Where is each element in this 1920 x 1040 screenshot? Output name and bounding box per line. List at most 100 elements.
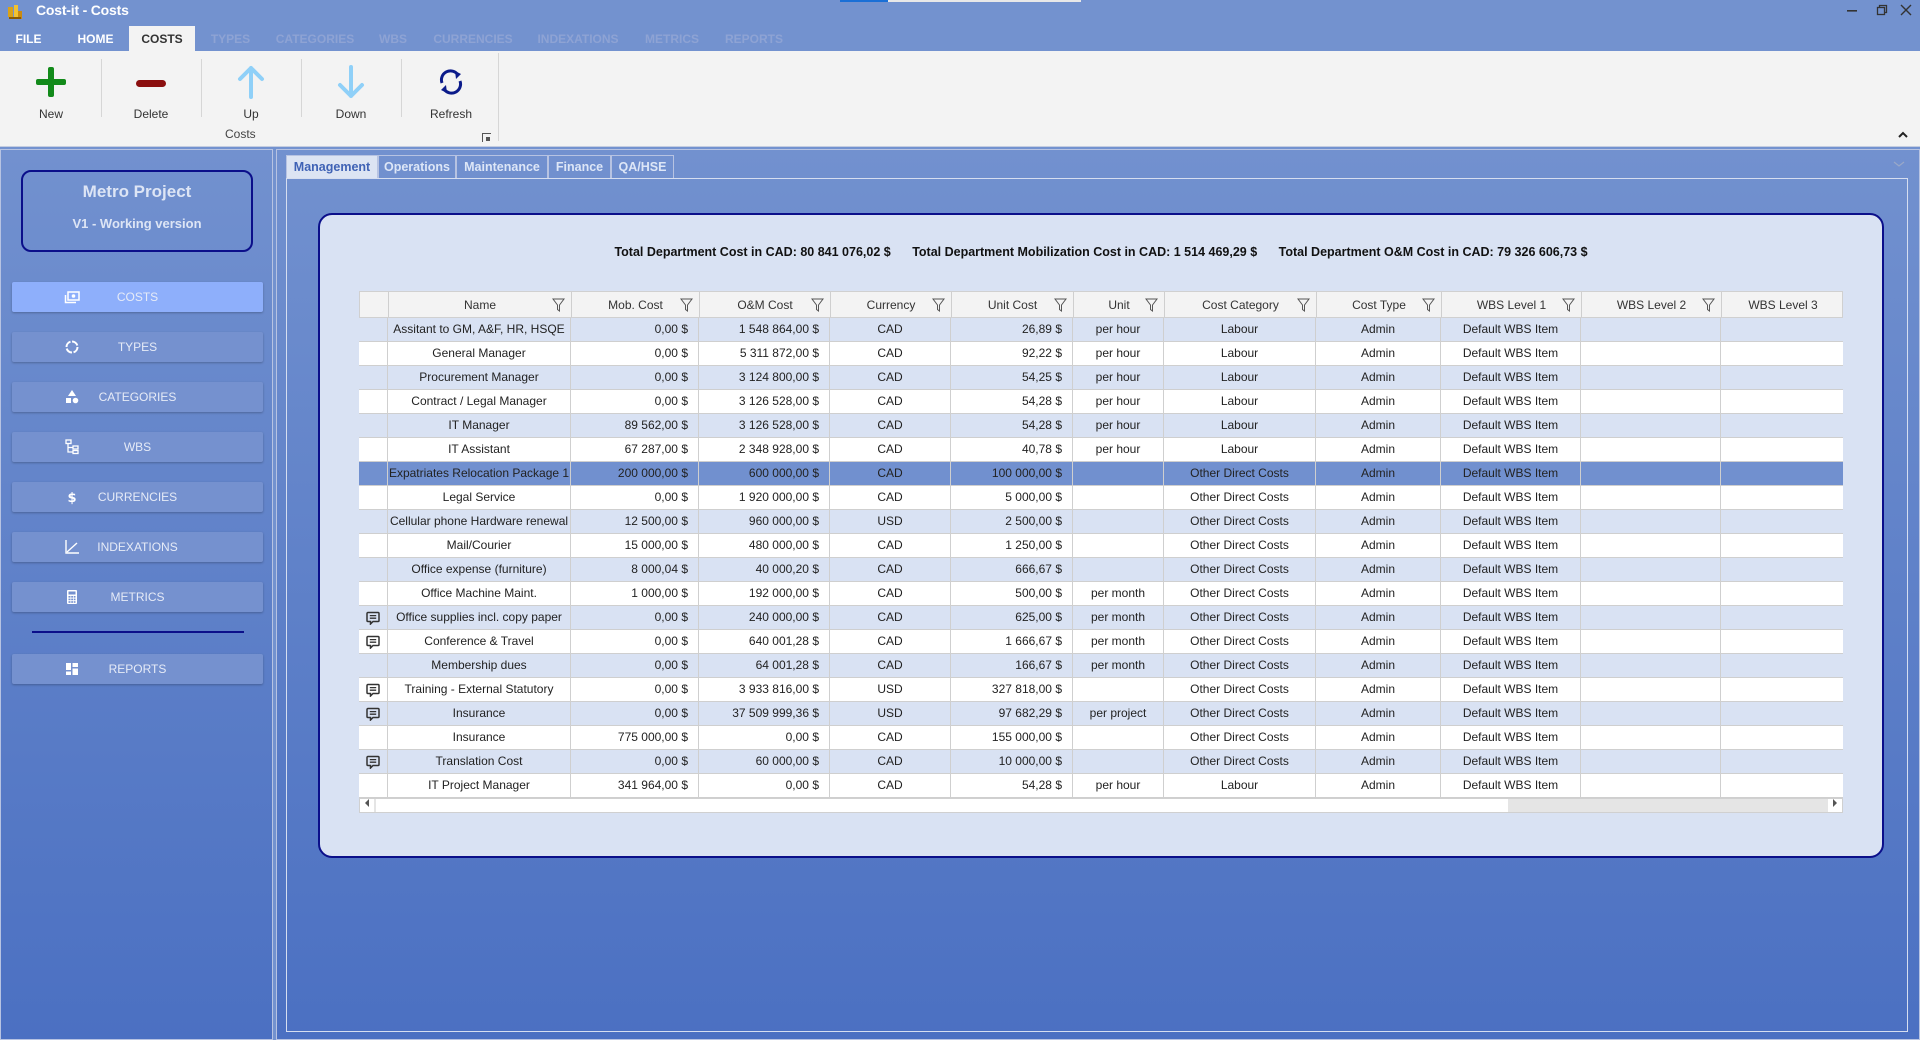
comment-icon[interactable] [366,683,380,697]
cell-currency[interactable]: USD [830,702,951,726]
cell-unit-cost[interactable]: 54,25 $ [951,366,1073,390]
cell-name[interactable]: Office expense (furniture) [388,558,571,582]
cell-om-cost[interactable]: 192 000,00 $ [699,582,830,606]
cell-wbs-level-1[interactable]: Default WBS Item [1441,582,1581,606]
cell-unit[interactable] [1073,726,1164,750]
cell-cost-category[interactable]: Labour [1164,438,1316,462]
cell-name[interactable]: Insurance [388,702,571,726]
cell-currency[interactable]: CAD [830,438,951,462]
column-header-om-cost[interactable]: O&M Cost [700,292,831,317]
cell-name[interactable]: Mail/Courier [388,534,571,558]
row-selector[interactable] [359,558,388,582]
filter-icon[interactable] [1702,298,1715,312]
cell-name[interactable]: Membership dues [388,654,571,678]
filter-icon[interactable] [680,298,693,312]
cell-cost-category[interactable]: Labour [1164,318,1316,342]
row-selector[interactable] [359,414,388,438]
cell-wbs-level-2[interactable] [1581,726,1721,750]
cell-unit[interactable] [1073,750,1164,774]
ribbon-tab-types[interactable]: TYPES [203,26,258,52]
sidebar-item-currencies[interactable]: $ CURRENCIES [12,482,263,512]
cell-cost-category[interactable]: Other Direct Costs [1164,558,1316,582]
row-selector[interactable] [359,726,388,750]
sidebar-item-costs[interactable]: COSTS [12,282,263,312]
cell-wbs-level-1[interactable]: Default WBS Item [1441,438,1581,462]
cell-name[interactable]: Training - External Statutory [388,678,571,702]
ribbon-tab-reports[interactable]: REPORTS [720,26,788,52]
cell-wbs-level-2[interactable] [1581,606,1721,630]
table-row[interactable]: IT Assistant 67 287,00 $2 348 928,00 $ CAD… [359,438,1843,462]
cell-wbs-level-2[interactable] [1581,702,1721,726]
cell-unit[interactable]: per hour [1073,318,1164,342]
cell-wbs-level-1[interactable]: Default WBS Item [1441,726,1581,750]
row-selector[interactable] [359,366,388,390]
cell-currency[interactable]: CAD [830,390,951,414]
ribbon-tab-indexations[interactable]: INDEXATIONS [532,26,624,52]
cell-mob-cost[interactable]: 0,00 $ [571,606,699,630]
cell-wbs-level-3[interactable] [1721,726,1843,750]
ribbon-tab-costs[interactable]: COSTS [129,26,195,52]
cell-om-cost[interactable]: 5 311 872,00 $ [699,342,830,366]
filter-icon[interactable] [1054,298,1067,312]
cell-cost-type[interactable]: Admin [1316,726,1441,750]
cell-name[interactable]: IT Manager [388,414,571,438]
cell-currency[interactable]: CAD [830,630,951,654]
table-row[interactable]: Training - External Statutory 0,00 $3 933… [359,678,1843,702]
cell-unit-cost[interactable]: 500,00 $ [951,582,1073,606]
cell-currency[interactable]: USD [830,510,951,534]
filter-icon[interactable] [1422,298,1435,312]
ribbon-tab-metrics[interactable]: METRICS [638,26,706,52]
sidebar-item-types[interactable]: TYPES [12,332,263,362]
cell-currency[interactable]: CAD [830,342,951,366]
cell-wbs-level-1[interactable]: Default WBS Item [1441,750,1581,774]
cell-mob-cost[interactable]: 200 000,00 $ [571,462,699,486]
filter-icon[interactable] [1297,298,1310,312]
cell-cost-type[interactable]: Admin [1316,702,1441,726]
cell-currency[interactable]: CAD [830,486,951,510]
cell-cost-type[interactable]: Admin [1316,750,1441,774]
cell-om-cost[interactable]: 3 933 816,00 $ [699,678,830,702]
cell-wbs-level-3[interactable] [1721,462,1843,486]
horizontal-scrollbar[interactable] [359,798,1843,813]
cell-name[interactable]: Assitant to GM, A&F, HR, HSQE [388,318,571,342]
table-row[interactable]: General Manager 0,00 $5 311 872,00 $ CAD 92… [359,342,1843,366]
cell-mob-cost[interactable]: 8 000,04 $ [571,558,699,582]
cell-mob-cost[interactable]: 341 964,00 $ [571,774,699,798]
cell-wbs-level-2[interactable] [1581,654,1721,678]
cell-om-cost[interactable]: 2 348 928,00 $ [699,438,830,462]
table-row[interactable]: Contract / Legal Manager 0,00 $3 126 528,… [359,390,1843,414]
cell-om-cost[interactable]: 0,00 $ [699,774,830,798]
column-header-unit-cost[interactable]: Unit Cost [952,292,1074,317]
cell-mob-cost[interactable]: 67 287,00 $ [571,438,699,462]
ribbon-tab-wbs[interactable]: WBS [372,26,414,52]
cell-unit-cost[interactable]: 54,28 $ [951,390,1073,414]
row-selector[interactable] [359,342,388,366]
cell-wbs-level-2[interactable] [1581,486,1721,510]
cell-wbs-level-3[interactable] [1721,342,1843,366]
filter-icon[interactable] [932,298,945,312]
column-header-unit[interactable]: Unit [1074,292,1165,317]
cell-unit[interactable] [1073,462,1164,486]
cell-mob-cost[interactable]: 0,00 $ [571,654,699,678]
cell-cost-category[interactable]: Other Direct Costs [1164,678,1316,702]
refresh-button[interactable]: Refresh [413,59,489,125]
cell-wbs-level-2[interactable] [1581,582,1721,606]
cell-cost-type[interactable]: Admin [1316,438,1441,462]
cell-wbs-level-1[interactable]: Default WBS Item [1441,558,1581,582]
cell-wbs-level-2[interactable] [1581,510,1721,534]
cell-cost-type[interactable]: Admin [1316,534,1441,558]
cell-unit[interactable] [1073,678,1164,702]
table-row[interactable]: Expatriates Relocation Package 1 200 000,… [359,462,1843,486]
cell-unit-cost[interactable]: 5 000,00 $ [951,486,1073,510]
cell-name[interactable]: Contract / Legal Manager [388,390,571,414]
cell-cost-type[interactable]: Admin [1316,342,1441,366]
filter-icon[interactable] [811,298,824,312]
close-button[interactable] [1894,2,1918,22]
cell-currency[interactable]: CAD [830,366,951,390]
cell-currency[interactable]: CAD [830,582,951,606]
cell-unit-cost[interactable]: 1 666,67 $ [951,630,1073,654]
column-header-currency[interactable]: Currency [831,292,952,317]
row-selector[interactable] [359,438,388,462]
cell-cost-category[interactable]: Other Direct Costs [1164,750,1316,774]
table-row[interactable]: Insurance 775 000,00 $0,00 $ CAD 155 000,00… [359,726,1843,750]
